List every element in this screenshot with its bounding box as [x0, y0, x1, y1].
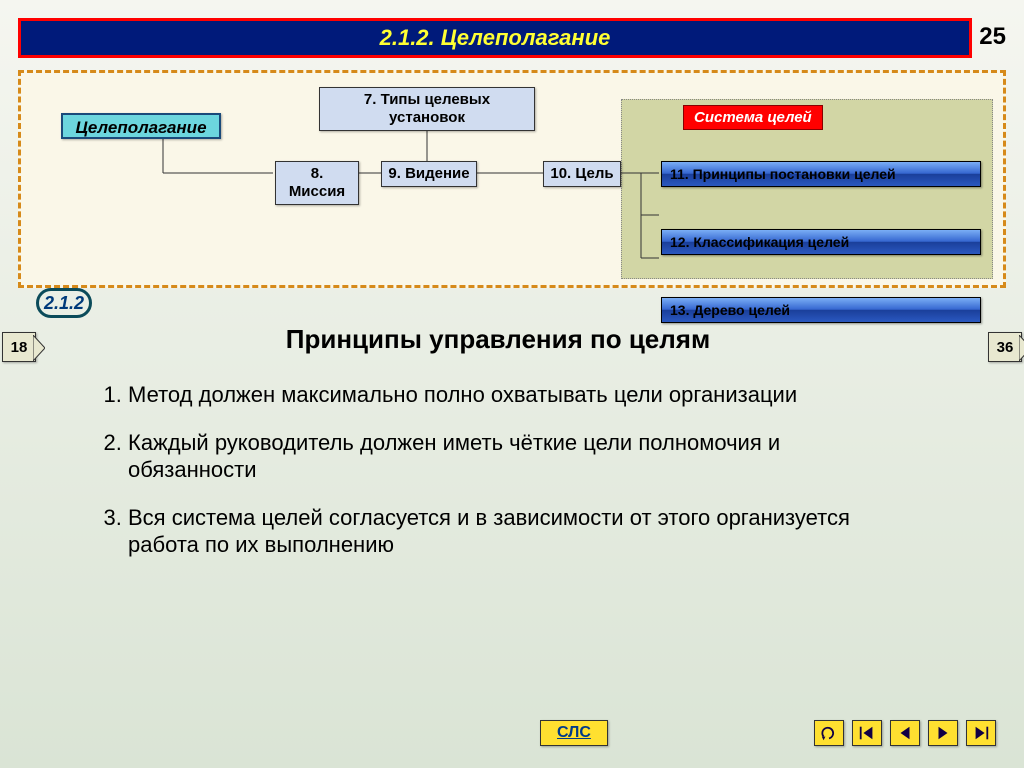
nav-prev-label: 18: [11, 339, 28, 356]
node-10-label: 10. Цель: [550, 165, 613, 182]
nav-prev-button[interactable]: 18: [2, 332, 36, 362]
return-icon: [820, 724, 838, 742]
node-10[interactable]: 10. Цель: [543, 161, 621, 187]
header-bar: 2.1.2. Целеполагание: [18, 18, 972, 58]
nav-home-button[interactable]: [814, 720, 844, 746]
list-item: Метод должен максимально полно охватыват…: [128, 381, 908, 409]
system-goals-title: Система целей: [683, 105, 823, 130]
main-content: Принципы управления по целям Метод долже…: [88, 324, 908, 579]
node-8[interactable]: 8. Миссия: [275, 161, 359, 205]
node-11[interactable]: 11. Принципы постановки целей: [661, 161, 981, 187]
skip-forward-icon: [972, 724, 990, 742]
node-7-label: 7. Типы целевых установок: [364, 91, 490, 126]
node-main-label: Целеполагание: [75, 118, 206, 137]
principles-list: Метод должен максимально полно охватыват…: [88, 381, 908, 559]
chevron-right-icon: [33, 335, 45, 361]
node-7[interactable]: 7. Типы целевых установок: [319, 87, 535, 131]
section-badge[interactable]: 2.1.2: [36, 288, 92, 318]
nav-next-button[interactable]: 36: [988, 332, 1022, 362]
node-13[interactable]: 13. Дерево целей: [661, 297, 981, 323]
node-13-label: 13. Дерево целей: [670, 302, 790, 318]
content-title: Принципы управления по целям: [88, 324, 908, 355]
bottom-nav: [814, 720, 996, 746]
nav-first-button[interactable]: [852, 720, 882, 746]
nav-back-button[interactable]: [890, 720, 920, 746]
sls-button[interactable]: СЛС: [540, 720, 608, 746]
node-11-label: 11. Принципы постановки целей: [670, 166, 896, 182]
skip-back-icon: [858, 724, 876, 742]
nav-forward-button[interactable]: [928, 720, 958, 746]
list-item: Вся система целей согласуется и в зависи…: [128, 504, 908, 559]
page-number: 25: [979, 23, 1006, 51]
node-8-label: 8. Миссия: [289, 165, 345, 200]
section-badge-label: 2.1.2: [44, 293, 84, 314]
list-item: Каждый руководитель должен иметь чёткие …: [128, 429, 908, 484]
node-9-label: 9. Видение: [388, 165, 469, 182]
diagram-container: Система целей Целеполагание 7. Типы целе…: [18, 70, 1006, 288]
sls-label: СЛС: [557, 724, 591, 741]
header-title: 2.1.2. Целеполагание: [380, 25, 611, 51]
play-forward-icon: [934, 724, 952, 742]
node-12[interactable]: 12. Классификация целей: [661, 229, 981, 255]
node-main[interactable]: Целеполагание: [61, 113, 221, 139]
chevron-right-icon: [1019, 335, 1024, 361]
nav-next-label: 36: [997, 339, 1014, 356]
node-12-label: 12. Классификация целей: [670, 234, 849, 250]
play-back-icon: [896, 724, 914, 742]
nav-last-button[interactable]: [966, 720, 996, 746]
node-9[interactable]: 9. Видение: [381, 161, 477, 187]
